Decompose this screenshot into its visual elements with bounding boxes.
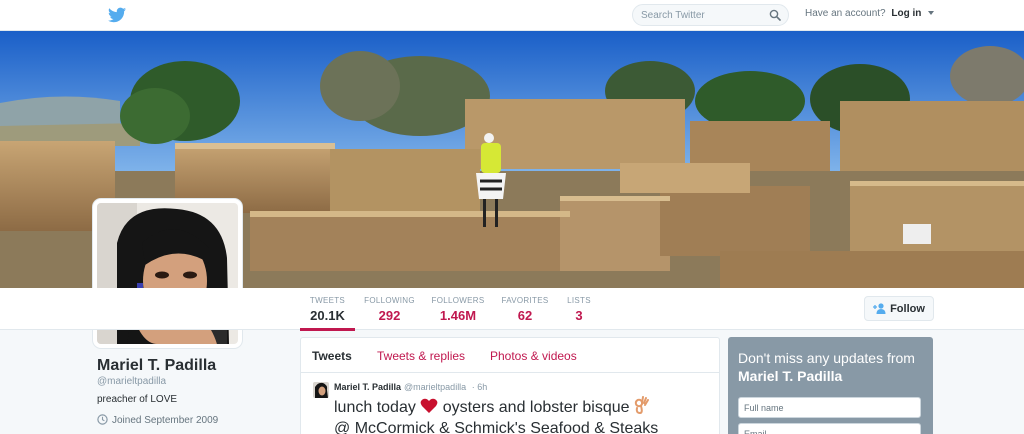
- chevron-down-icon[interactable]: [928, 11, 935, 16]
- tweet-text-line2: @ McCormick & Schmick's Seafood & Steaks: [334, 420, 659, 434]
- stat-favorites[interactable]: FAVORITES 62: [501, 296, 549, 323]
- stat-label: FAVORITES: [501, 296, 549, 305]
- stat-tweets[interactable]: TWEETS 20.1K: [300, 296, 355, 331]
- profile-name: Mariel T. Padilla: [97, 357, 217, 374]
- follow-person-icon: [873, 302, 886, 314]
- email-field[interactable]: [738, 423, 921, 434]
- ok-hand-emoji: [634, 396, 649, 414]
- tweet-avatar[interactable]: [313, 382, 329, 398]
- search-box[interactable]: [632, 4, 789, 26]
- profile-joined: Joined September 2009: [97, 414, 218, 426]
- profile-handle[interactable]: @marieltpadilla: [97, 376, 166, 387]
- stat-value: 62: [517, 308, 533, 323]
- stat-label: TWEETS: [309, 296, 346, 305]
- search-input[interactable]: [641, 8, 761, 23]
- timeline-tabs: Tweets Tweets & replies Photos & videos: [301, 338, 719, 373]
- twitter-bird-icon[interactable]: [108, 7, 126, 23]
- stat-label: FOLLOWING: [364, 296, 415, 305]
- stat-label: LISTS: [567, 296, 591, 305]
- tweet-author-name: Mariel T. Padilla: [334, 382, 402, 392]
- tab-tweets[interactable]: Tweets: [312, 349, 352, 363]
- tweet-text-start: lunch today: [334, 399, 416, 416]
- login-link[interactable]: Log in: [891, 8, 921, 19]
- stat-value: 20.1K: [310, 308, 345, 323]
- tweet-handle: @marieltpadilla: [404, 382, 467, 392]
- signup-heading: Don't miss any updates from Mariel T. Pa…: [738, 349, 928, 385]
- stat-label: FOLLOWERS: [431, 296, 485, 305]
- follow-button[interactable]: Follow: [864, 296, 934, 321]
- tab-photos-videos[interactable]: Photos & videos: [490, 349, 577, 363]
- account-prompt-text: Have an account?: [805, 8, 886, 19]
- signup-prefix: Don't miss any updates from: [738, 350, 915, 366]
- profile-bio: preacher of LOVE: [97, 394, 178, 405]
- stat-lists[interactable]: LISTS 3: [564, 296, 594, 323]
- profile-nav: TWEETS 20.1K FOLLOWING 292 FOLLOWERS 1.4…: [0, 288, 1024, 331]
- fullname-field[interactable]: [738, 397, 921, 418]
- account-prompt: Have an account? Log in: [805, 8, 935, 19]
- signup-module: Don't miss any updates from Mariel T. Pa…: [728, 337, 933, 434]
- stat-following[interactable]: FOLLOWING 292: [362, 296, 417, 323]
- tweet-author[interactable]: Mariel T. Padilla @marieltpadilla · 6h: [334, 382, 487, 392]
- joined-text: Joined September 2009: [112, 415, 219, 426]
- tab-tweets-replies[interactable]: Tweets & replies: [377, 349, 465, 363]
- stat-value: 3: [575, 308, 583, 323]
- timeline: Tweets Tweets & replies Photos & videos …: [300, 337, 720, 434]
- tweet-text: lunch today oysters and lobster bisque @…: [334, 396, 714, 434]
- search-icon[interactable]: [769, 9, 781, 21]
- tweet-text-end: oysters and lobster bisque: [442, 399, 630, 416]
- stat-followers[interactable]: FOLLOWERS 1.46M: [430, 296, 486, 323]
- top-nav: Have an account? Log in: [0, 0, 1024, 31]
- tweet-time[interactable]: · 6h: [472, 382, 488, 392]
- follow-label: Follow: [890, 302, 925, 315]
- signup-name: Mariel T. Padilla: [738, 368, 843, 384]
- stat-value: 292: [378, 308, 401, 323]
- heart-emoji: [420, 398, 438, 413]
- stat-value: 1.46M: [439, 308, 477, 323]
- calendar-icon: [97, 414, 108, 425]
